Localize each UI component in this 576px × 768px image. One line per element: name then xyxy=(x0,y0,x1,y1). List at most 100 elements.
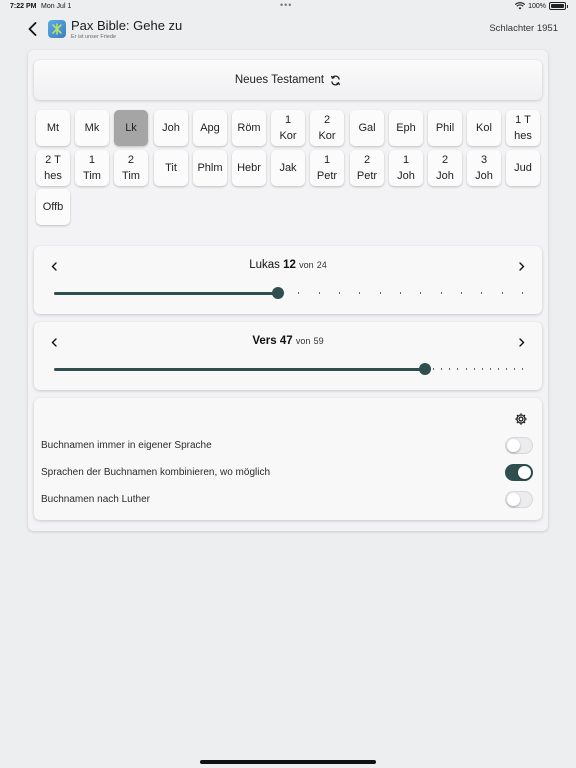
slider-filled-track xyxy=(54,292,278,295)
book-button[interactable]: Tit xyxy=(154,150,188,186)
testament-label: Neues Testament xyxy=(234,74,325,86)
book-button[interactable]: 2 Tim xyxy=(114,150,148,186)
book-button[interactable]: Mk xyxy=(75,110,109,146)
verse-current: 47 xyxy=(279,335,293,347)
slider-tick xyxy=(433,368,435,370)
book-button[interactable]: 2 Joh xyxy=(428,150,462,186)
slider-tick xyxy=(318,292,320,294)
slider-tick xyxy=(298,292,300,294)
slider-tick xyxy=(497,368,499,370)
book-button[interactable]: 1 Tim xyxy=(75,150,109,186)
status-time: 7:22 PM xyxy=(10,3,37,10)
slider-tick xyxy=(399,292,401,294)
slider-tick xyxy=(465,368,467,370)
page-title: Pax Bible: Gehe zu xyxy=(71,18,183,33)
setting-label: Buchnamen nach Luther xyxy=(41,494,150,505)
slider-tick xyxy=(513,368,515,370)
book-button[interactable]: Kol xyxy=(467,110,501,146)
slider-tick xyxy=(522,368,523,370)
slider-tick xyxy=(505,368,507,370)
slider-thumb[interactable] xyxy=(419,363,432,375)
book-button[interactable]: 2 Petr xyxy=(350,150,384,186)
chapter-slider[interactable] xyxy=(54,287,523,299)
book-button[interactable]: Jak xyxy=(271,150,305,186)
testament-toggle[interactable]: Neues Testament xyxy=(34,60,542,100)
home-indicator[interactable] xyxy=(200,760,376,764)
slider-tick xyxy=(441,368,443,370)
setting-row-own-language: Buchnamen immer in eigener Sprache xyxy=(41,437,535,455)
status-date: Mon Jul 1 xyxy=(41,3,72,10)
chapter-book-name: Lukas xyxy=(249,259,280,271)
book-button[interactable]: 2 Kor xyxy=(310,110,344,146)
refresh-icon xyxy=(331,75,341,85)
multitasking-dots-icon[interactable]: ••• xyxy=(280,0,292,10)
chevron-right-icon xyxy=(519,261,525,271)
chapter-current: 12 xyxy=(283,259,296,271)
slider-tick xyxy=(473,368,475,370)
battery-percent: 100% xyxy=(528,2,546,10)
book-name-settings: Buchnamen immer in eigener Sprache Sprac… xyxy=(34,398,542,520)
chevron-right-icon xyxy=(519,337,525,347)
setting-label: Buchnamen immer in eigener Sprache xyxy=(41,440,212,451)
book-button[interactable]: 2 T hes xyxy=(36,150,70,186)
page-subtitle: Er ist unser Friede xyxy=(71,34,116,40)
book-button[interactable]: Phil xyxy=(428,110,462,146)
book-button[interactable]: 1 T hes xyxy=(506,110,540,146)
slider-tick xyxy=(449,368,451,370)
chapter-title: Lukas 12 von 24 xyxy=(34,259,542,271)
book-button[interactable]: Röm xyxy=(232,110,266,146)
navigation-bar: Pax Bible: Gehe zu Er ist unser Friede S… xyxy=(0,16,576,44)
bible-version-button[interactable]: Schlachter 1951 xyxy=(489,23,558,34)
slider-tick xyxy=(481,292,483,294)
chevron-left-icon xyxy=(28,22,36,36)
setting-row-combine-languages: Sprachen der Buchnamen kombinieren, wo m… xyxy=(41,464,535,482)
book-button[interactable]: 1 Kor xyxy=(271,110,305,146)
verse-selector: Vers 47 von 59 xyxy=(34,322,542,390)
chapter-next-button[interactable] xyxy=(516,258,528,274)
slider-tick xyxy=(338,292,340,294)
book-button[interactable]: Lk xyxy=(114,110,148,146)
status-bar: 7:22 PM Mon Jul 1 ••• 100% xyxy=(0,0,576,14)
book-button[interactable]: 3 Joh xyxy=(467,150,501,186)
combine-languages-toggle[interactable] xyxy=(505,464,533,481)
slider-tick xyxy=(359,292,361,294)
slider-tick xyxy=(440,292,442,294)
app-logo-icon xyxy=(48,20,66,38)
battery-icon xyxy=(549,2,568,10)
slider-filled-track xyxy=(54,368,426,371)
setting-row-luther-names: Buchnamen nach Luther xyxy=(41,491,535,509)
gear-icon[interactable] xyxy=(514,412,528,426)
book-button[interactable]: Jud xyxy=(506,150,540,186)
book-button[interactable]: Eph xyxy=(389,110,423,146)
verse-next-button[interactable] xyxy=(516,334,528,350)
luther-names-toggle[interactable] xyxy=(505,491,533,508)
own-language-toggle[interactable] xyxy=(505,437,533,454)
verse-label: Vers xyxy=(252,335,277,347)
wifi-icon xyxy=(515,2,526,10)
slider-tick xyxy=(522,292,523,294)
setting-label: Sprachen der Buchnamen kombinieren, wo m… xyxy=(41,467,271,478)
chapter-total: 24 xyxy=(316,260,327,270)
book-button[interactable]: 1 Petr xyxy=(310,150,344,186)
book-button[interactable]: Phlm xyxy=(193,150,227,186)
slider-tick xyxy=(379,292,381,294)
slider-thumb[interactable] xyxy=(271,287,284,299)
book-button[interactable]: Gal xyxy=(350,110,384,146)
slider-tick xyxy=(460,292,462,294)
slider-tick xyxy=(481,368,483,370)
verse-total: 59 xyxy=(313,336,324,346)
book-button[interactable]: Apg xyxy=(193,110,227,146)
slider-tick xyxy=(501,292,503,294)
book-button[interactable]: Hebr xyxy=(232,150,266,186)
verse-von: von xyxy=(295,336,311,346)
verse-slider[interactable] xyxy=(54,363,523,375)
slider-tick xyxy=(489,368,491,370)
book-button[interactable]: Joh xyxy=(154,110,188,146)
book-button[interactable]: Mt xyxy=(36,110,70,146)
book-button[interactable]: Offb xyxy=(36,189,70,225)
verse-title: Vers 47 von 59 xyxy=(34,335,542,347)
back-button[interactable] xyxy=(24,20,40,38)
chapter-von: von xyxy=(299,260,314,270)
book-button[interactable]: 1 Joh xyxy=(389,150,423,186)
chapter-selector: Lukas 12 von 24 xyxy=(34,246,542,314)
